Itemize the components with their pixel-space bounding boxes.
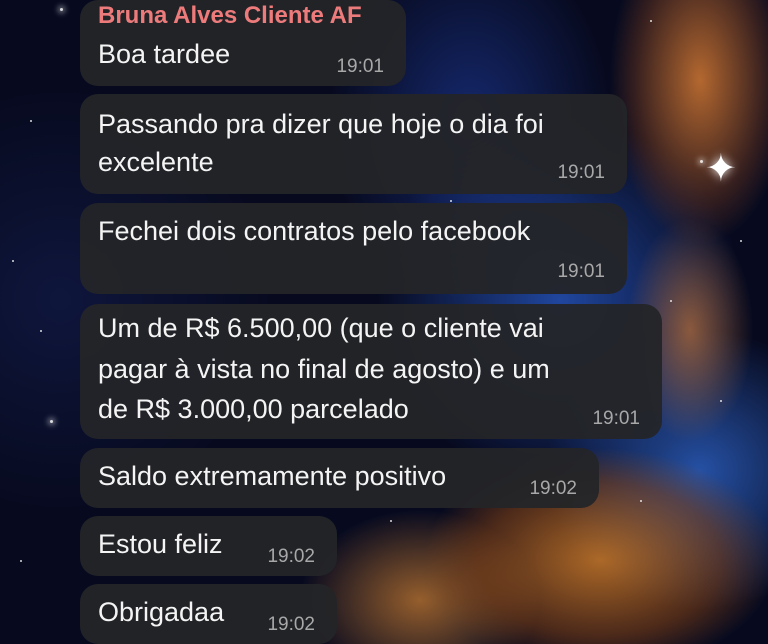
message-time: 19:01 [557, 261, 605, 282]
message-time: 19:01 [336, 56, 384, 77]
message-time: 19:02 [267, 614, 315, 635]
wallpaper-star [20, 560, 22, 562]
wallpaper-star [700, 160, 703, 163]
wallpaper-star [12, 260, 14, 262]
message-text: pagar à vista no final de agosto) e um [98, 354, 550, 384]
message-time: 19:01 [557, 162, 605, 183]
message-bubble[interactable]: Fechei dois contratos pelo facebook 19:0… [80, 203, 627, 294]
message-bubble[interactable]: Estou feliz 19:02 [80, 516, 337, 576]
wallpaper-star [450, 200, 452, 202]
message-bubble[interactable]: Saldo extremamente positivo 19:02 [80, 448, 599, 508]
wallpaper-star [50, 420, 53, 423]
wallpaper-star [670, 300, 672, 302]
message-text: de R$ 3.000,00 parcelado [98, 394, 409, 424]
message-text: Obrigadaa [98, 597, 225, 627]
wallpaper-star [60, 8, 63, 11]
message-time: 19:01 [592, 408, 640, 429]
message-time: 19:02 [529, 478, 577, 499]
message-bubble[interactable]: Obrigadaa 19:02 [80, 584, 337, 644]
wallpaper-star [740, 240, 742, 242]
wallpaper-star [640, 500, 642, 502]
message-text: Saldo extremamente positivo [98, 461, 447, 491]
message-text: Boa tardee [98, 39, 231, 69]
message-text: excelente [98, 147, 214, 177]
message-bubble[interactable]: Passando pra dizer que hoje o dia foi ex… [80, 94, 627, 194]
message-bubble[interactable]: Um de R$ 6.500,00 (que o cliente vai pag… [80, 304, 662, 439]
wallpaper-star [390, 520, 392, 522]
wallpaper-star [30, 120, 32, 122]
wallpaper-star [650, 20, 652, 22]
message-text: Passando pra dizer que hoje o dia foi [98, 109, 544, 139]
wallpaper-star: ✦ [705, 148, 737, 190]
message-bubble[interactable]: Bruna Alves Cliente AF Boa tardee 19:01 [80, 0, 406, 86]
sender-name: Bruna Alves Cliente AF [98, 2, 362, 29]
message-time: 19:02 [267, 546, 315, 567]
wallpaper-star [40, 330, 42, 332]
message-text: Estou feliz [98, 529, 223, 559]
message-text: Um de R$ 6.500,00 (que o cliente vai [98, 313, 544, 343]
wallpaper-star [720, 400, 722, 402]
message-text: Fechei dois contratos pelo facebook [98, 216, 531, 246]
